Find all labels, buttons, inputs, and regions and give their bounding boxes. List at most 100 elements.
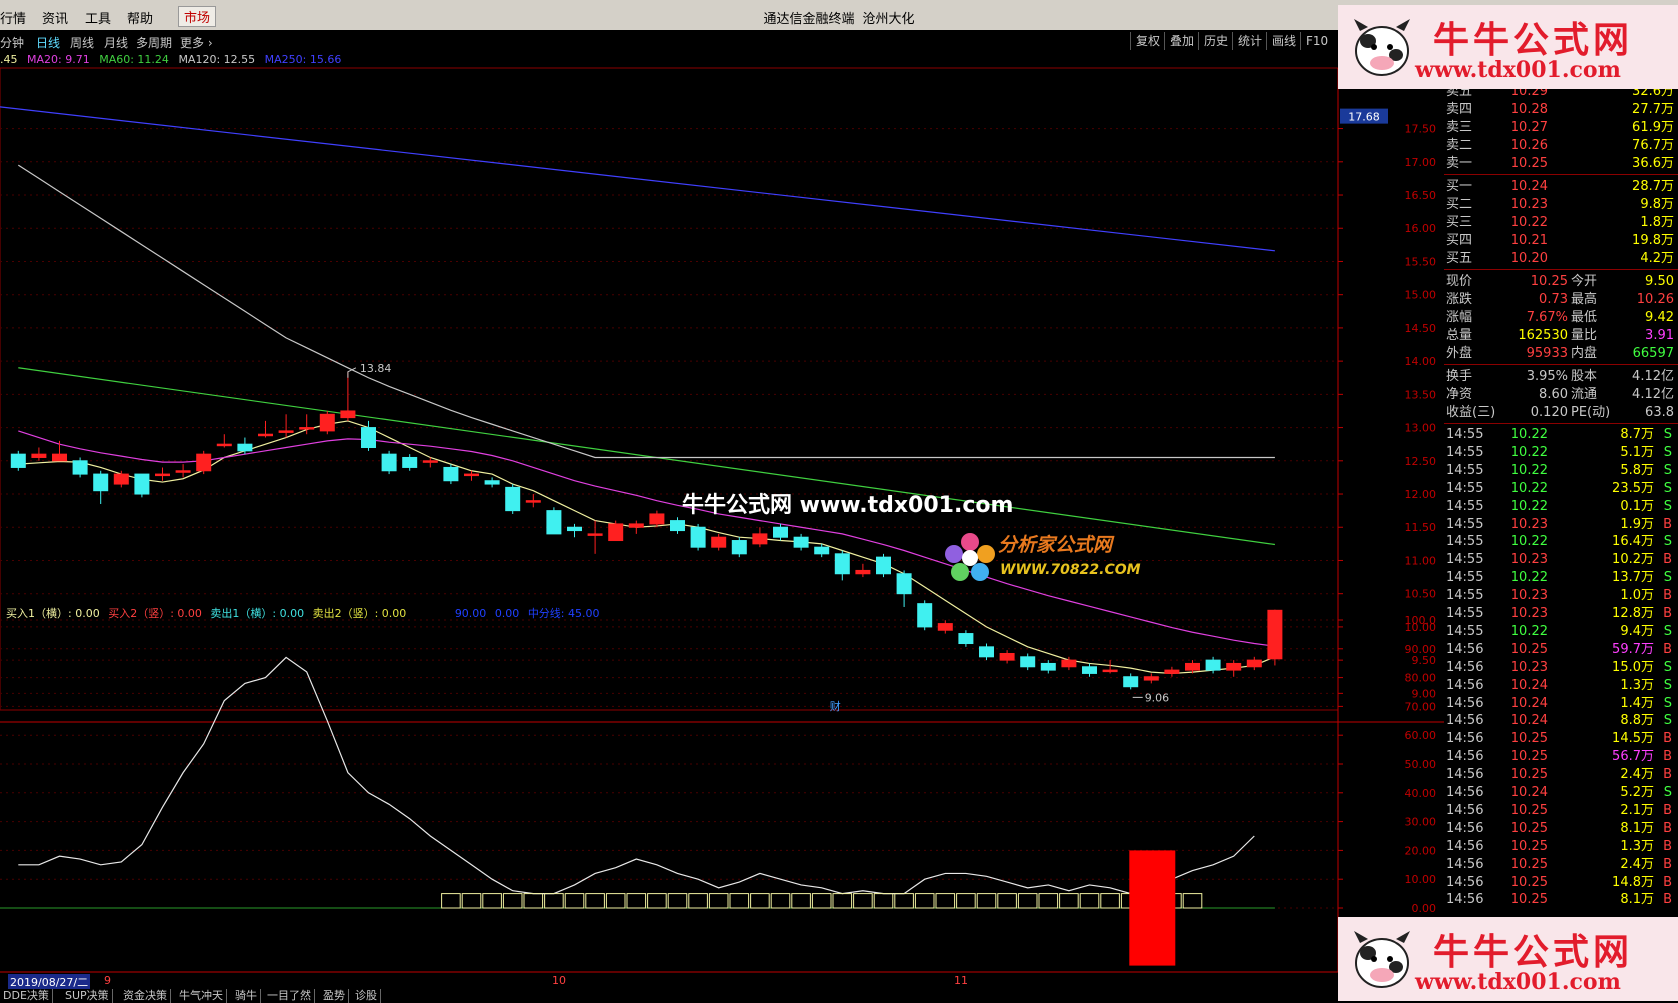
stat-value: 63.8 (1645, 405, 1674, 420)
ask-volume: 61.9万 (1632, 120, 1674, 135)
bid-price: 10.20 (1510, 251, 1548, 266)
candle-body (278, 430, 294, 433)
tick-row[interactable]: 14:56 10.25 14.5万 B (1444, 730, 1678, 748)
watermark-logo-title: 分析家公式网 (998, 534, 1113, 556)
ask-row[interactable]: 卖四 10.28 27.7万 (1444, 100, 1678, 119)
stat-label: 内盘 (1571, 346, 1598, 361)
ask-volume: 36.6万 (1632, 156, 1674, 171)
tick-row[interactable]: 14:56 10.25 8.1万 B (1444, 891, 1678, 909)
divider (1444, 174, 1678, 175)
tick-row[interactable]: 14:56 10.24 1.4万 S (1444, 695, 1678, 713)
kline-panel-border (0, 67, 1339, 711)
price-tick-label: 17.50 (1405, 123, 1437, 136)
stat-row: 换手 3.95% 股本 4.12亿 (1444, 367, 1678, 386)
stat-value: 9.42 (1645, 310, 1674, 325)
tab-ride[interactable]: 骑牛 (232, 989, 261, 1003)
tick-volume: 1.3万 (1620, 677, 1654, 693)
price-tick-label: 14.50 (1405, 322, 1437, 335)
tab-glance[interactable]: 一目了然 (264, 989, 315, 1003)
candle-body (1061, 659, 1077, 668)
ask-row[interactable]: 卖二 10.26 76.7万 (1444, 136, 1678, 155)
tab-trend[interactable]: 盈势 (320, 989, 349, 1003)
tick-side: B (1663, 802, 1672, 818)
indicator-tick-label: 100.0 (1405, 614, 1437, 627)
tick-row[interactable]: 14:55 10.23 12.8万 B (1444, 605, 1678, 623)
tick-row[interactable]: 14:55 10.22 0.1万 S (1444, 498, 1678, 516)
tick-row[interactable]: 14:56 10.25 2.4万 B (1444, 856, 1678, 874)
bid-row[interactable]: 买三 10.22 1.8万 (1444, 213, 1678, 232)
tick-row[interactable]: 14:55 10.22 23.5万 S (1444, 480, 1678, 498)
tick-volume: 16.4万 (1612, 534, 1654, 550)
indicator-tick-label: 20.00 (1405, 844, 1437, 857)
tick-row[interactable]: 14:55 10.22 13.7万 S (1444, 569, 1678, 587)
tick-time: 14:55 (1446, 623, 1484, 639)
tick-row[interactable]: 14:56 10.25 8.1万 B (1444, 820, 1678, 838)
bid-row[interactable]: 买五 10.20 4.2万 (1444, 249, 1678, 268)
tick-row[interactable]: 14:56 10.24 1.3万 S (1444, 677, 1678, 695)
ask-volume: 76.7万 (1632, 138, 1674, 153)
tick-row[interactable]: 14:55 10.22 5.1万 S (1444, 444, 1678, 462)
bid-row[interactable]: 买一 10.24 28.7万 (1444, 177, 1678, 196)
tab-bull[interactable]: 牛气冲天 (176, 989, 227, 1003)
tick-time: 14:56 (1446, 749, 1484, 765)
tick-row[interactable]: 14:55 10.23 10.2万 B (1444, 551, 1678, 569)
tick-side: S (1663, 498, 1672, 514)
watermark-logo: 分析家公式网 WWW.70822.COM (944, 530, 1144, 590)
tick-volume: 23.5万 (1612, 480, 1654, 496)
bid-row[interactable]: 买二 10.23 9.8万 (1444, 195, 1678, 214)
tick-row[interactable]: 14:56 10.24 8.8万 S (1444, 712, 1678, 730)
tab-sup[interactable]: SUP决策 (62, 989, 113, 1003)
tick-row[interactable]: 14:56 10.25 2.4万 B (1444, 766, 1678, 784)
tick-row[interactable]: 14:55 10.23 1.9万 B (1444, 516, 1678, 534)
ad-url: www.tdx001.com (1415, 57, 1621, 83)
tick-side: S (1663, 695, 1672, 711)
tick-row[interactable]: 14:56 10.25 59.7万 B (1444, 641, 1678, 659)
tick-row[interactable]: 14:55 10.22 5.8万 S (1444, 462, 1678, 480)
tick-price: 10.23 (1510, 552, 1548, 568)
candle-body (319, 413, 335, 432)
tick-volume: 2.4万 (1620, 856, 1654, 872)
ask-row[interactable]: 卖三 10.27 61.9万 (1444, 118, 1678, 137)
tick-row[interactable]: 14:56 10.25 2.1万 B (1444, 802, 1678, 820)
tick-row[interactable]: 14:55 10.22 9.4万 S (1444, 623, 1678, 641)
tab-diagnose[interactable]: 诊股 (352, 989, 381, 1003)
tab-dde[interactable]: DDE决策 (0, 989, 53, 1003)
watermark-text: 牛牛公式网 www.tdx001.com (682, 493, 1014, 518)
price-tick-label: 15.50 (1405, 255, 1437, 268)
tab-fund[interactable]: 资金决策 (120, 989, 171, 1003)
tick-side: B (1663, 767, 1672, 783)
current-price-label: 17.68 (1348, 111, 1380, 124)
stat-value: 162530 (1518, 328, 1568, 343)
candle-body (134, 473, 150, 495)
fundamental-marker[interactable]: 财 (830, 699, 841, 713)
tick-row[interactable]: 14:55 10.23 1.0万 B (1444, 587, 1678, 605)
ask-row[interactable]: 卖一 10.25 36.6万 (1444, 154, 1678, 173)
ma-line-ma120 (17, 164, 1275, 459)
divider (1444, 364, 1678, 365)
tick-row[interactable]: 14:55 10.22 16.4万 S (1444, 533, 1678, 551)
tick-price: 10.24 (1510, 785, 1548, 800)
tick-row[interactable]: 14:56 10.25 56.7万 B (1444, 748, 1678, 766)
tick-price: 10.23 (1510, 606, 1548, 621)
stat-row: 总量 162530 量比 3.91 (1444, 326, 1678, 345)
bid-row[interactable]: 买四 10.21 19.8万 (1444, 231, 1678, 250)
tick-price: 10.23 (1510, 659, 1548, 675)
tick-time: 14:56 (1446, 874, 1484, 890)
buy-signal-cell (956, 893, 976, 909)
ad-banner-top[interactable]: 牛牛公式网 www.tdx001.com (1338, 5, 1678, 89)
buy-signal-cell (544, 893, 564, 909)
candle-body (917, 603, 933, 628)
candle-body (608, 523, 624, 542)
tick-row[interactable]: 14:56 10.24 5.2万 S (1444, 784, 1678, 802)
tick-row[interactable]: 14:55 10.22 8.7万 S (1444, 426, 1678, 444)
watermark-logo-url: WWW.70822.COM (1000, 562, 1141, 578)
ad-banner-bottom[interactable]: 牛牛公式网 www.tdx001.com (1338, 917, 1678, 1001)
tick-time: 14:55 (1446, 498, 1484, 514)
tick-row[interactable]: 14:56 10.25 1.3万 B (1444, 838, 1678, 856)
tick-time: 14:56 (1446, 785, 1484, 800)
tick-row[interactable]: 14:56 10.23 15.0万 S (1444, 659, 1678, 677)
indicator-tick-label: 40.00 (1405, 787, 1437, 800)
tick-row[interactable]: 14:56 10.25 14.8万 B (1444, 874, 1678, 892)
tick-volume: 5.2万 (1620, 785, 1654, 800)
signal-bar (1129, 850, 1176, 966)
